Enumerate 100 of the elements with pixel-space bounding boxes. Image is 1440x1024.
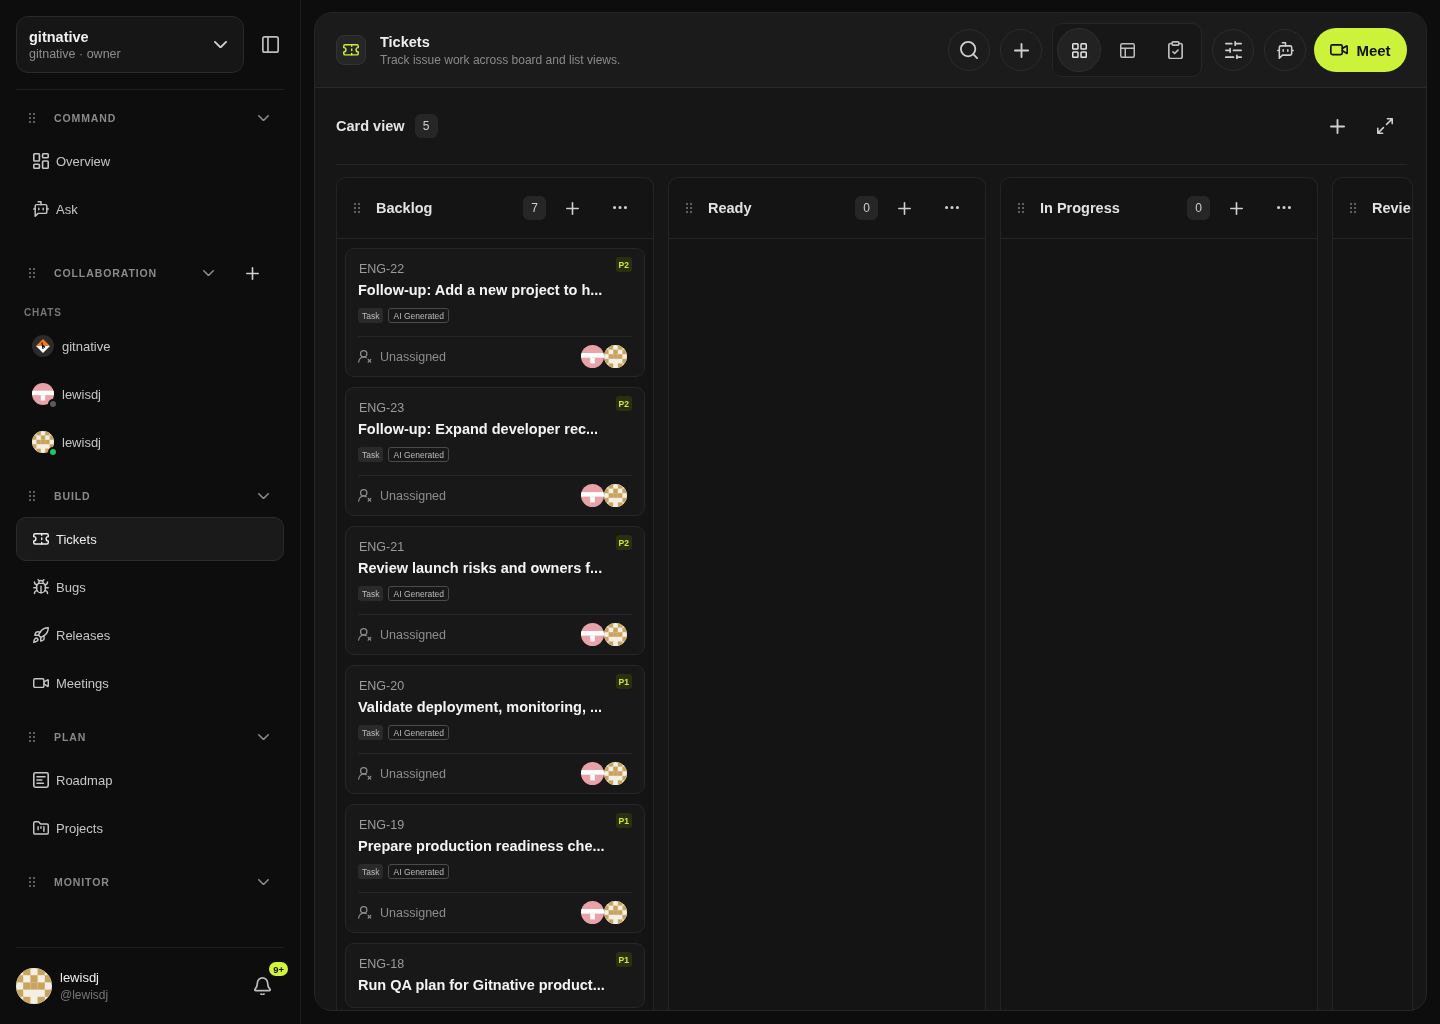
avatar-icon [16, 968, 52, 1004]
drag-handle-icon[interactable] [29, 268, 35, 278]
column-title: Ready [708, 200, 753, 216]
drag-handle-icon[interactable] [1350, 203, 1356, 213]
ticket-title: Validate deployment, monitoring, ... [358, 698, 604, 717]
chevron-down-icon[interactable] [258, 114, 269, 122]
avatar-icon [604, 762, 627, 785]
bug-icon [33, 579, 49, 595]
meet-button[interactable]: Meet [1314, 28, 1407, 72]
chat-item[interactable]: lewisdj [16, 420, 284, 464]
ticket-id: ENG-20 [358, 678, 405, 694]
document-icon [33, 772, 49, 788]
chats-label: CHATS [23, 306, 63, 320]
user-x-icon [358, 906, 372, 919]
user-x-icon [358, 628, 372, 641]
nav-item[interactable]: Tickets [16, 517, 284, 561]
assistant-button[interactable] [1264, 29, 1306, 71]
plus-icon [1229, 201, 1243, 215]
video-camera-icon [33, 677, 49, 689]
chevron-down-icon[interactable] [258, 733, 269, 741]
column-title: In Progress [1040, 200, 1121, 216]
ticket-card[interactable]: ENG-23 P2 Follow-up: Expand developer rec... Task AI Generated Unassigned [345, 387, 645, 516]
plus-icon [565, 201, 579, 215]
label-tag: AI Generated [388, 308, 450, 323]
priority-badge: P2 [615, 396, 632, 411]
drag-handle-icon[interactable] [686, 203, 692, 213]
workspace-switcher[interactable]: gitnative gitnative · owner [16, 16, 244, 73]
section-title: PLAN [54, 731, 88, 743]
nav-item[interactable]: Bugs [16, 565, 284, 609]
nav-item[interactable]: Releases [16, 613, 284, 657]
ticket-card[interactable]: ENG-18 P1 Run QA plan for Gitnative product... [345, 943, 645, 1008]
page-subtitle: Track issue work across board and list views. [380, 52, 621, 67]
ticket-id: ENG-18 [358, 956, 405, 972]
notification-badge: 9+ [269, 962, 288, 976]
chevron-down-icon[interactable] [258, 492, 269, 500]
chat-item[interactable]: gitnative [16, 324, 284, 368]
diamond-logo-icon [32, 335, 54, 357]
expand-icon [1377, 118, 1393, 134]
user-x-icon [358, 350, 372, 363]
priority-badge: P2 [615, 257, 632, 272]
avatar-icon [604, 345, 627, 368]
section-title: MONITOR [54, 876, 111, 888]
drag-handle-icon[interactable] [29, 113, 35, 123]
chevron-down-icon[interactable] [203, 269, 214, 277]
user-x-icon [358, 489, 372, 502]
user-name: lewisdj [60, 970, 100, 985]
table-icon [1119, 42, 1135, 58]
chevron-down-icon [214, 40, 227, 49]
section-title: BUILD [54, 490, 92, 502]
ellipsis-icon [613, 206, 627, 210]
ticket-card[interactable]: ENG-21 P2 Review launch risks and owners f... Task AI Generated Unassigned [345, 526, 645, 655]
ticket-title: Prepare production readiness che... [358, 837, 606, 856]
column-title: Revie [1372, 200, 1411, 216]
ticket-card[interactable]: ENG-19 P1 Prepare production readiness che... Task AI Generated Unassigned [345, 804, 645, 933]
drag-handle-icon[interactable] [1018, 203, 1024, 213]
bell-icon [253, 976, 271, 996]
assignee-label: Unassigned [380, 627, 446, 642]
robot-chat-icon [1276, 41, 1294, 59]
panel-left-icon [261, 36, 279, 53]
type-tag: Task [358, 308, 384, 323]
chevron-down-icon[interactable] [258, 878, 269, 886]
ellipsis-icon [945, 206, 959, 210]
label-tag: AI Generated [388, 864, 450, 879]
nav-item[interactable]: Meetings [16, 661, 284, 705]
nav-item[interactable]: Roadmap [16, 758, 284, 802]
nav-item[interactable]: Overview [16, 139, 284, 183]
ticket-icon [33, 533, 49, 545]
column-title: Backlog [376, 200, 434, 216]
drag-handle-icon[interactable] [29, 877, 35, 887]
ticket-id: ENG-22 [358, 261, 405, 277]
label-tag: AI Generated [388, 447, 450, 462]
drag-handle-icon[interactable] [29, 491, 35, 501]
robot-chat-icon [33, 201, 49, 217]
grid-icon [1071, 42, 1087, 58]
drag-handle-icon[interactable] [29, 732, 35, 742]
page-title: Tickets [380, 33, 431, 50]
drag-handle-icon[interactable] [354, 203, 360, 213]
count-badge: 5 [414, 114, 438, 138]
nav-item[interactable]: Projects [16, 806, 284, 850]
ticket-card[interactable]: ENG-22 P2 Follow-up: Add a new project to h... Task AI Generated Unassigned [345, 248, 645, 377]
label-tag: AI Generated [388, 586, 450, 601]
chat-item[interactable]: lewisdj [16, 372, 284, 416]
filter-button[interactable] [1212, 29, 1254, 71]
label-tag: AI Generated [388, 725, 450, 740]
plus-icon [1013, 42, 1029, 58]
avatar-icon [581, 901, 604, 924]
search-button[interactable] [948, 29, 990, 71]
avatar-icon [604, 623, 627, 646]
ticket-title: Follow-up: Add a new project to h... [358, 281, 604, 300]
section-title: COMMAND [54, 112, 118, 124]
priority-badge: P1 [615, 674, 632, 689]
count-badge: 0 [1187, 196, 1210, 220]
grid-view-button[interactable] [1057, 28, 1101, 72]
type-tag: Task [358, 447, 384, 462]
nav-item[interactable]: Ask [16, 187, 284, 231]
plus-icon [897, 201, 911, 215]
ticket-card[interactable]: ENG-20 P1 Validate deployment, monitoring, ... Task AI Generated Unassigned [345, 665, 645, 794]
assignee-label: Unassigned [380, 349, 446, 364]
avatar-icon [604, 484, 627, 507]
count-badge: 0 [855, 196, 878, 220]
